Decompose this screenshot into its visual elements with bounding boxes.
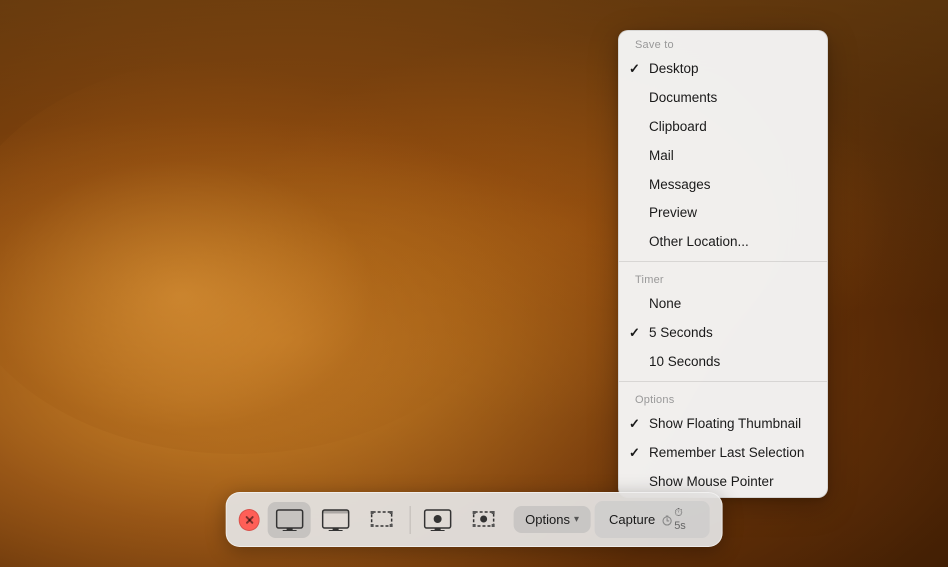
close-button[interactable] xyxy=(239,509,260,531)
menu-item-other-location[interactable]: Other Location... xyxy=(619,228,827,257)
menu-item-mail[interactable]: Mail xyxy=(619,142,827,171)
check-desktop: ✓ xyxy=(629,60,640,78)
menu-item-messages[interactable]: Messages xyxy=(619,171,827,200)
menu-item-remember-last-selection[interactable]: ✓ Remember Last Selection xyxy=(619,439,827,468)
capture-label: Capture xyxy=(609,512,655,527)
menu-item-preview[interactable]: Preview xyxy=(619,199,827,228)
capture-button[interactable]: Capture ⏱ 5s xyxy=(595,501,709,538)
menu-item-desktop[interactable]: ✓ Desktop xyxy=(619,55,827,84)
menu-item-clipboard[interactable]: Clipboard xyxy=(619,113,827,142)
menu-item-show-floating-thumbnail[interactable]: ✓ Show Floating Thumbnail xyxy=(619,410,827,439)
menu-item-10-seconds[interactable]: 10 Seconds xyxy=(619,348,827,377)
options-section-label: Options xyxy=(619,386,827,410)
toolbar-divider xyxy=(409,506,410,534)
check-5-seconds: ✓ xyxy=(629,324,640,342)
divider-1 xyxy=(619,261,827,262)
options-button[interactable]: Options ▾ xyxy=(513,506,591,533)
screenshot-toolbar: Options ▾ Capture ⏱ 5s xyxy=(226,492,723,547)
record-screen-button[interactable] xyxy=(416,502,458,538)
menu-item-documents[interactable]: Documents xyxy=(619,84,827,113)
chevron-down-icon: ▾ xyxy=(574,514,579,525)
check-remember-selection: ✓ xyxy=(629,444,640,462)
menu-item-none[interactable]: None xyxy=(619,290,827,319)
capture-entire-screen-button[interactable] xyxy=(268,502,310,538)
capture-selection-button[interactable] xyxy=(361,502,403,538)
record-selection-button[interactable] xyxy=(463,502,505,538)
save-to-section-label: Save to xyxy=(619,31,827,55)
timer-icon xyxy=(661,514,672,526)
timer-section-label: Timer xyxy=(619,266,827,290)
capture-timer: ⏱ 5s xyxy=(661,507,695,532)
options-dropdown: Save to ✓ Desktop Documents Clipboard Ma… xyxy=(618,30,828,498)
divider-2 xyxy=(619,381,827,382)
menu-item-5-seconds[interactable]: ✓ 5 Seconds xyxy=(619,319,827,348)
capture-window-button[interactable] xyxy=(314,502,356,538)
check-floating-thumbnail: ✓ xyxy=(629,415,640,433)
options-label: Options xyxy=(525,512,570,527)
